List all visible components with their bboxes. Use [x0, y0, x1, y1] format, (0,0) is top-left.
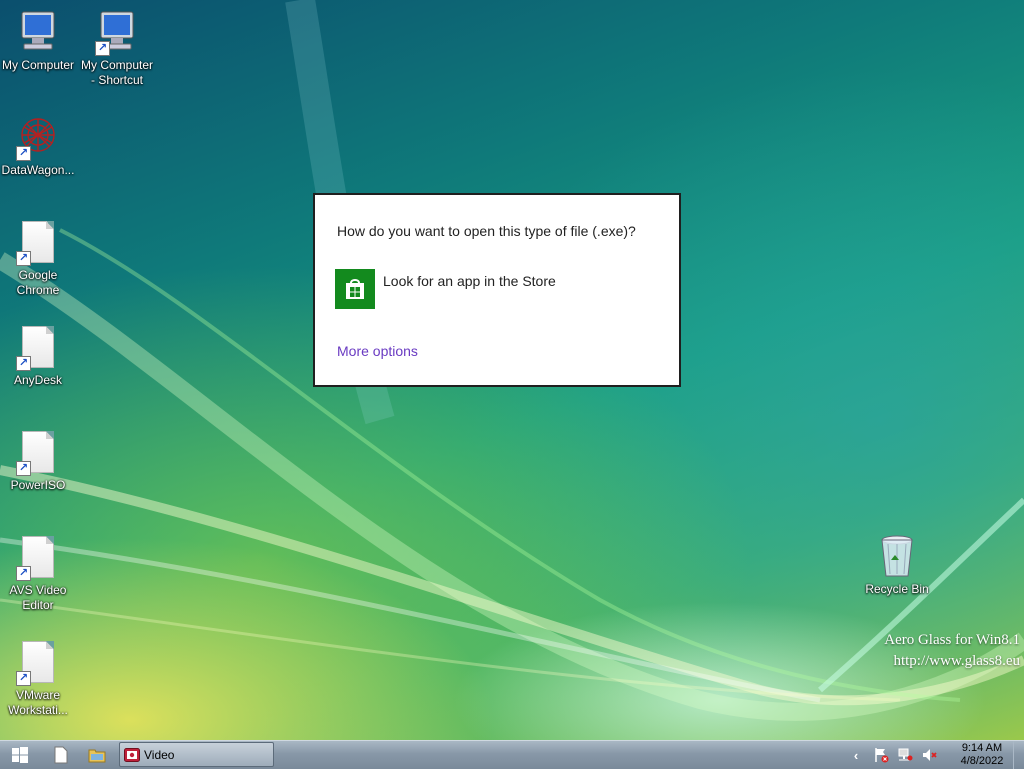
icon-label: PowerISO [10, 478, 66, 492]
recycle-bin-icon [873, 532, 921, 580]
desktop: My Computer ↗ My Computer - Shortcut ↗ D… [0, 0, 1024, 740]
network-icon[interactable] [896, 743, 914, 767]
aero-glass-watermark: Aero Glass for Win8.1 http://www.glass8.… [884, 630, 1020, 672]
shortcut-arrow-icon: ↗ [16, 671, 31, 686]
file-icon: ↗ [14, 638, 62, 686]
file-icon: ↗ [14, 218, 62, 266]
computer-icon [14, 8, 62, 56]
icon-label: Recycle Bin [865, 582, 929, 596]
shortcut-arrow-icon: ↗ [16, 251, 31, 266]
shortcut-arrow-icon: ↗ [16, 356, 31, 371]
icon-label: VMware Workstati... [8, 688, 68, 717]
file-icon: ↗ [14, 533, 62, 581]
desktop-icon-my-computer-shortcut[interactable]: ↗ My Computer - Shortcut [79, 8, 155, 88]
datawagon-icon: ↗ [14, 113, 62, 161]
windows-logo-icon [12, 747, 28, 763]
action-center-flag-icon[interactable] [872, 743, 890, 767]
desktop-icon-recycle-bin[interactable]: Recycle Bin [859, 532, 935, 597]
shortcut-arrow-icon: ↗ [16, 146, 31, 161]
desktop-icon-my-computer[interactable]: My Computer [0, 8, 76, 73]
icon-label: Google Chrome [16, 268, 60, 297]
volume-muted-icon[interactable] [920, 743, 938, 767]
icon-label: DataWagon... [1, 163, 75, 177]
file-icon: ↗ [14, 428, 62, 476]
quick-launch-explorer[interactable] [86, 743, 108, 767]
icon-label: My Computer - Shortcut [80, 58, 154, 87]
shortcut-arrow-icon: ↗ [16, 566, 31, 581]
dialog-question: How do you want to open this type of fil… [337, 223, 636, 239]
system-tray: ‹ 9:14 AM 4/8/2022 [844, 741, 1024, 769]
computer-icon: ↗ [93, 8, 141, 56]
shortcut-arrow-icon: ↗ [95, 41, 110, 56]
taskbar-item-video[interactable]: Video [119, 742, 274, 767]
open-with-dialog: How do you want to open this type of fil… [313, 193, 681, 387]
video-app-icon [124, 747, 140, 762]
icon-label: AnyDesk [13, 373, 63, 387]
taskbar-item-label: Video [144, 747, 175, 762]
file-icon [54, 746, 68, 764]
store-icon[interactable] [335, 269, 375, 309]
start-button[interactable] [6, 743, 34, 767]
desktop-icon-vmware-workstation[interactable]: ↗ VMware Workstati... [0, 638, 76, 718]
quick-launch-file[interactable] [50, 743, 72, 767]
watermark-line-2: http://www.glass8.eu [893, 653, 1020, 669]
file-icon: ↗ [14, 323, 62, 371]
desktop-icon-datawagon[interactable]: ↗ DataWagon... [0, 113, 76, 178]
show-hidden-icons-chevron-icon[interactable]: ‹ [850, 743, 862, 767]
desktop-icon-poweriso[interactable]: ↗ PowerISO [0, 428, 76, 493]
icon-label: My Computer [1, 58, 75, 72]
desktop-icon-anydesk[interactable]: ↗ AnyDesk [0, 323, 76, 388]
shortcut-arrow-icon: ↗ [16, 461, 31, 476]
store-option-label[interactable]: Look for an app in the Store [383, 273, 556, 289]
show-desktop-button[interactable] [1013, 741, 1024, 769]
taskbar-clock[interactable]: 9:14 AM 4/8/2022 [960, 742, 1004, 768]
clock-time: 9:14 AM [961, 742, 1003, 754]
folder-icon [88, 749, 106, 763]
more-options-link[interactable]: More options [337, 343, 418, 359]
icon-label: AVS Video Editor [9, 583, 67, 612]
taskbar: Video ‹ 9:14 AM 4/8/2022 [0, 740, 1024, 769]
clock-date: 4/8/2022 [960, 755, 1004, 767]
desktop-icon-avs-video-editor[interactable]: ↗ AVS Video Editor [0, 533, 76, 613]
desktop-icon-google-chrome[interactable]: ↗ Google Chrome [0, 218, 76, 298]
watermark-line-1: Aero Glass for Win8.1 [884, 632, 1020, 648]
